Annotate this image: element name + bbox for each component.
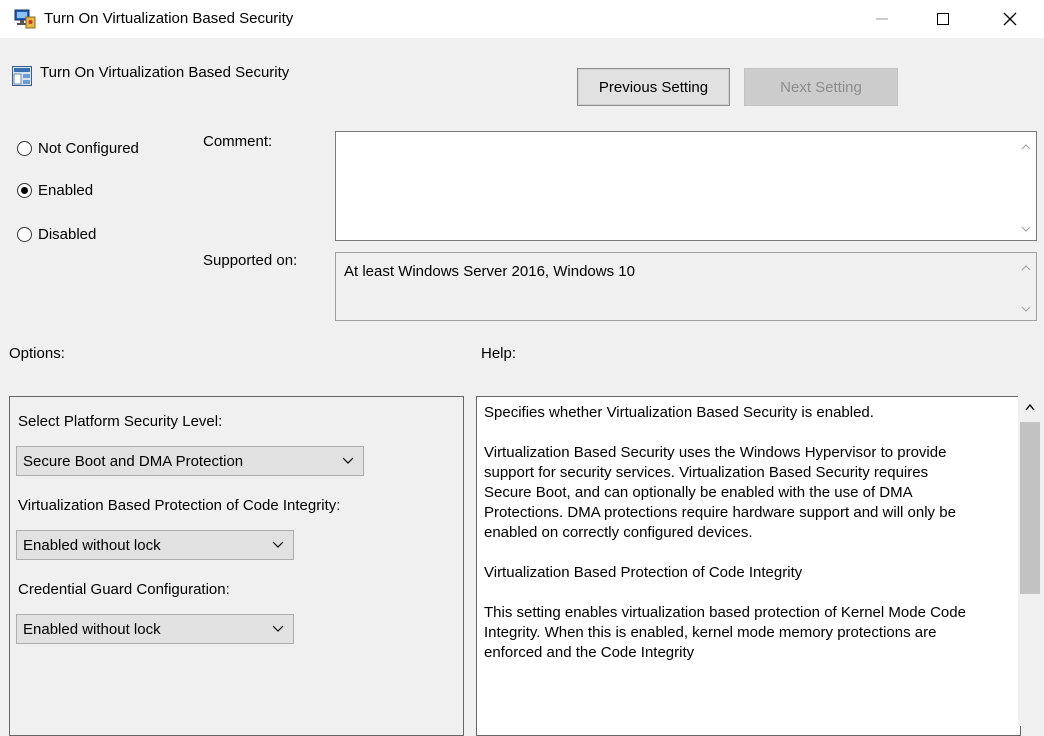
- supported-on-label: Supported on:: [203, 252, 298, 269]
- maximize-icon: [937, 13, 949, 25]
- scroll-up-icon[interactable]: [1016, 259, 1036, 277]
- chevron-down-icon: [272, 625, 284, 632]
- help-paragraph: Virtualization Based Security uses the W…: [484, 444, 956, 541]
- next-setting-button[interactable]: Next Setting: [744, 68, 898, 106]
- window-title: Turn On Virtualization Based Security: [44, 10, 294, 27]
- radio-label: Disabled: [38, 226, 97, 243]
- supported-on-field: At least Windows Server 2016, Windows 10: [335, 252, 1037, 321]
- credential-guard-dropdown[interactable]: Enabled without lock: [16, 614, 294, 644]
- radio-enabled[interactable]: Enabled: [17, 182, 93, 199]
- radio-circle[interactable]: [17, 141, 32, 156]
- policy-setting-icon: [12, 66, 32, 86]
- code-integrity-value: Enabled without lock: [23, 536, 161, 554]
- radio-circle[interactable]: [17, 227, 32, 242]
- help-text: Specifies whether Virtualization Based S…: [484, 403, 979, 683]
- supported-scrollbar[interactable]: [1016, 253, 1036, 320]
- platform-security-label: Select Platform Security Level:: [18, 413, 223, 430]
- options-label: Options:: [9, 345, 65, 362]
- previous-setting-button[interactable]: Previous Setting: [577, 68, 730, 106]
- credential-guard-value: Enabled without lock: [23, 620, 161, 638]
- maximize-button[interactable]: [920, 0, 966, 38]
- credential-guard-label: Credential Guard Configuration:: [18, 581, 230, 598]
- scroll-down-icon[interactable]: [1016, 220, 1036, 238]
- minimize-button[interactable]: [859, 0, 905, 38]
- code-integrity-dropdown[interactable]: Enabled without lock: [16, 530, 294, 560]
- chevron-down-icon: [342, 457, 354, 464]
- radio-circle-selected[interactable]: [17, 183, 32, 198]
- comment-label: Comment:: [203, 133, 273, 150]
- comment-textarea[interactable]: [335, 131, 1037, 241]
- options-panel: Select Platform Security Level: Secure B…: [9, 396, 464, 736]
- supported-on-value: At least Windows Server 2016, Windows 10: [344, 263, 635, 280]
- platform-security-dropdown[interactable]: Secure Boot and DMA Protection: [16, 446, 364, 476]
- help-paragraph: Virtualization Based Protection of Code …: [484, 564, 803, 581]
- setting-title: Turn On Virtualization Based Security: [40, 64, 290, 81]
- help-paragraph: Specifies whether Virtualization Based S…: [484, 404, 874, 421]
- scroll-up-icon[interactable]: [1025, 404, 1035, 411]
- help-label: Help:: [481, 345, 517, 362]
- minimize-icon: [876, 18, 888, 20]
- radio-label: Not Configured: [38, 140, 139, 157]
- chevron-down-icon: [272, 541, 284, 548]
- comment-scrollbar[interactable]: [1016, 132, 1036, 240]
- scroll-down-icon[interactable]: [1016, 300, 1036, 318]
- radio-label: Enabled: [38, 182, 94, 199]
- code-integrity-label: Virtualization Based Protection of Code …: [18, 497, 341, 514]
- radio-disabled[interactable]: Disabled: [17, 226, 96, 243]
- group-policy-icon: [14, 9, 36, 29]
- scroll-up-icon[interactable]: [1016, 138, 1036, 156]
- help-panel: Specifies whether Virtualization Based S…: [476, 396, 1021, 736]
- help-paragraph: This setting enables virtualization base…: [484, 604, 966, 661]
- platform-security-value: Secure Boot and DMA Protection: [23, 452, 244, 470]
- radio-not-configured[interactable]: Not Configured: [17, 140, 139, 157]
- close-icon: [1003, 12, 1017, 26]
- help-scroll-thumb[interactable]: [1020, 422, 1040, 594]
- close-button[interactable]: [987, 0, 1033, 38]
